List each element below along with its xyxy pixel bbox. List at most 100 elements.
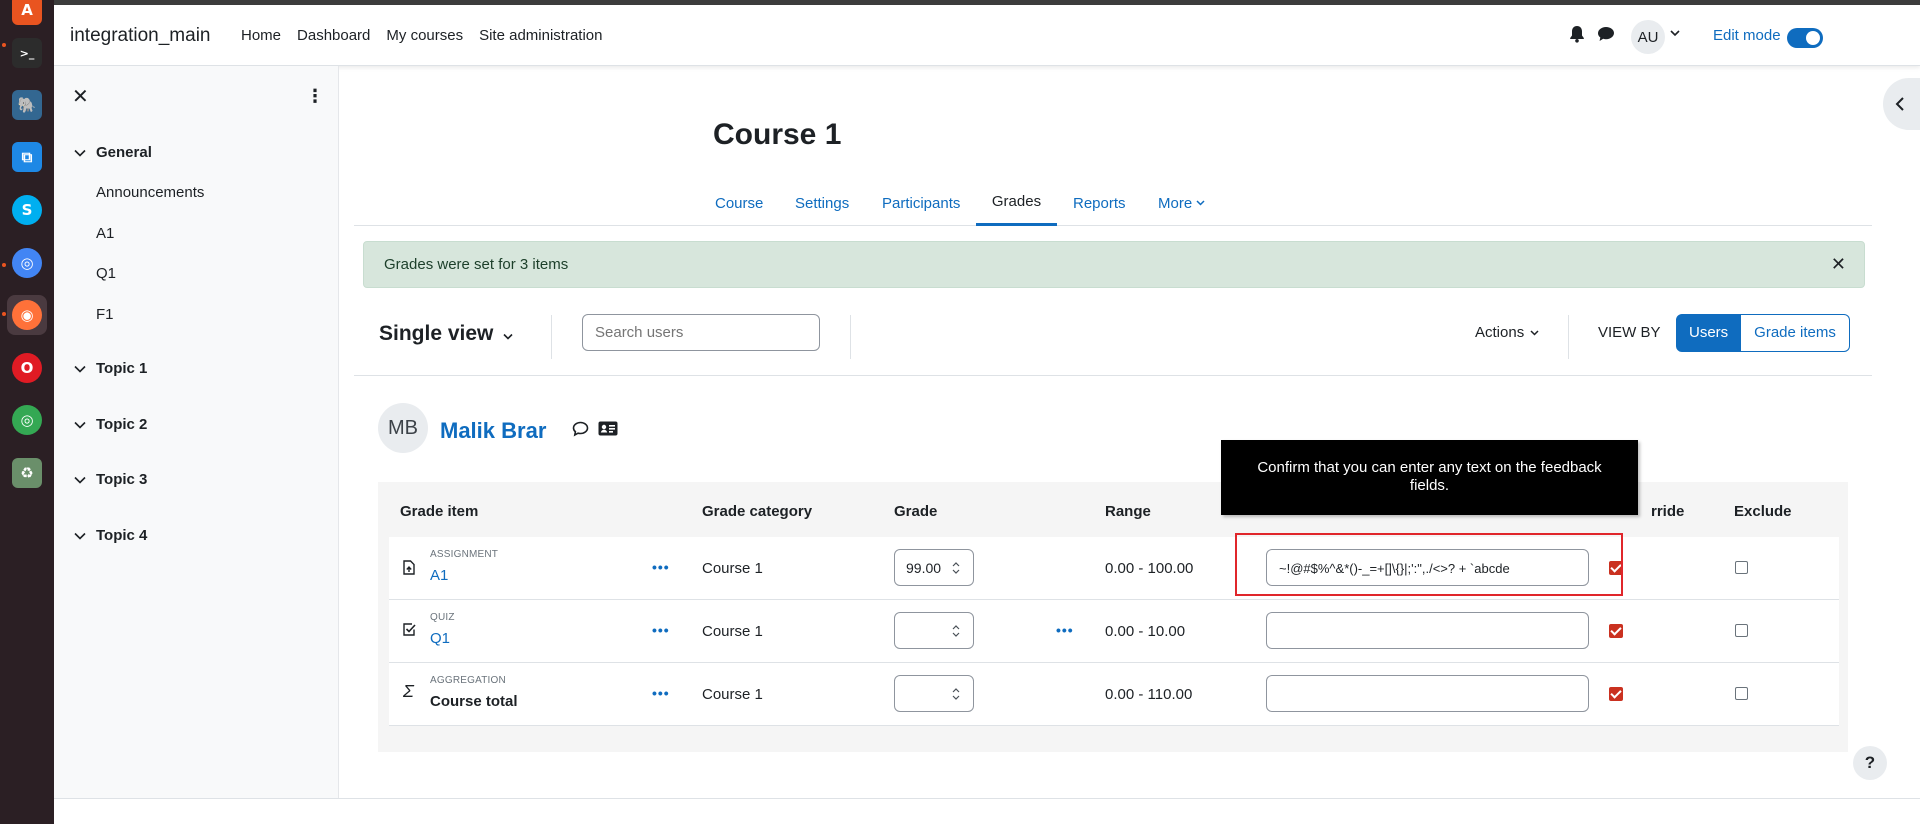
- grade-category: Course 1: [702, 560, 763, 577]
- pgadmin-elephant-icon[interactable]: 🐘: [7, 85, 47, 125]
- chat-bubbles-icon[interactable]: [1597, 26, 1615, 42]
- user-avatar[interactable]: AU: [1631, 20, 1665, 54]
- test-step-tooltip: Confirm that you can enter any text on t…: [1221, 440, 1638, 515]
- opera-icon[interactable]: O: [7, 348, 47, 388]
- tab-reports[interactable]: Reports: [1072, 180, 1127, 226]
- toolbar-divider: [850, 315, 851, 359]
- stepper-arrows-icon[interactable]: [951, 623, 961, 639]
- actions-dropdown[interactable]: Actions: [1475, 324, 1539, 341]
- course-section-topic-4[interactable]: Topic 4: [74, 527, 147, 544]
- exclude-checkbox[interactable]: [1735, 624, 1748, 637]
- course-section-general[interactable]: General: [74, 144, 152, 161]
- page-title: Course 1: [713, 118, 842, 151]
- chevron-down-icon[interactable]: [1670, 29, 1680, 37]
- chevron-down-icon: [1196, 200, 1205, 206]
- section-title: Topic 3: [96, 471, 148, 488]
- table-row: QUIZ Q1 ••• Course 1 ••• 0.00 - 10.00: [389, 600, 1839, 663]
- tab-settings[interactable]: Settings: [794, 180, 850, 226]
- tab-more[interactable]: More: [1157, 180, 1206, 226]
- stepper-arrows-icon[interactable]: [951, 560, 961, 576]
- section-title: General: [96, 144, 152, 161]
- message-icon[interactable]: [572, 421, 589, 437]
- nav-link-my-courses[interactable]: My courses: [386, 27, 463, 44]
- site-brand[interactable]: integration_main: [70, 25, 210, 47]
- terminal-icon[interactable]: >_: [7, 33, 47, 73]
- view-by-grade-items-button[interactable]: Grade items: [1741, 314, 1850, 352]
- bottom-footer-strip: [54, 798, 1920, 824]
- search-users-input[interactable]: [582, 314, 820, 351]
- override-checkbox[interactable]: [1609, 687, 1623, 701]
- firefox-icon[interactable]: ◉: [7, 295, 47, 335]
- stepper-arrows-icon[interactable]: [951, 686, 961, 702]
- report-selector-label: Single view: [379, 322, 494, 345]
- block-drawer-toggle[interactable]: [1883, 78, 1920, 130]
- item-actions-menu-icon[interactable]: •••: [652, 685, 670, 701]
- chevron-down-icon[interactable]: [74, 149, 86, 157]
- activity-link-f1[interactable]: F1: [96, 306, 114, 323]
- student-name-link[interactable]: Malik Brar: [440, 418, 546, 444]
- report-selector[interactable]: Single view: [379, 322, 513, 346]
- trash-icon[interactable]: ♻: [7, 453, 47, 493]
- chevron-left-icon[interactable]: [1895, 97, 1905, 111]
- override-checkbox[interactable]: [1609, 624, 1623, 638]
- grade-input[interactable]: [894, 612, 974, 649]
- grade-report-toolbar: Single view Actions VIEW BY Users Grade …: [354, 310, 1872, 376]
- ubuntu-software-icon[interactable]: A: [7, 0, 47, 30]
- item-actions-menu-icon[interactable]: •••: [652, 622, 670, 638]
- grade-item-name-link[interactable]: Q1: [430, 630, 450, 647]
- activity-link-announcements[interactable]: Announcements: [96, 184, 204, 201]
- sigma-icon: Σ: [403, 681, 414, 701]
- tab-participants[interactable]: Participants: [881, 180, 961, 226]
- tab-more-label: More: [1158, 194, 1193, 212]
- grade-range: 0.00 - 10.00: [1105, 623, 1186, 640]
- tab-course[interactable]: Course: [714, 180, 764, 226]
- grade-item-name-link[interactable]: A1: [430, 567, 448, 584]
- section-title: Topic 2: [96, 416, 148, 433]
- feedback-input[interactable]: [1266, 675, 1589, 712]
- section-title: Topic 1: [96, 360, 148, 377]
- grade-category: Course 1: [702, 686, 763, 703]
- feedback-input[interactable]: [1266, 612, 1589, 649]
- chevron-down-icon[interactable]: [74, 532, 86, 540]
- exclude-checkbox[interactable]: [1735, 687, 1748, 700]
- tab-grades[interactable]: Grades: [976, 180, 1057, 226]
- chromium-icon[interactable]: ◎: [7, 243, 47, 283]
- view-by-users-button[interactable]: Users: [1676, 314, 1742, 352]
- grade-input[interactable]: [894, 675, 974, 712]
- nav-link-site-administration[interactable]: Site administration: [479, 27, 602, 44]
- course-section-topic-1[interactable]: Topic 1: [74, 360, 147, 377]
- student-avatar: MB: [378, 403, 428, 453]
- nav-link-home[interactable]: Home: [241, 27, 281, 44]
- close-icon[interactable]: ✕: [1831, 254, 1846, 275]
- chevron-down-icon[interactable]: [74, 421, 86, 429]
- grade-range: 0.00 - 100.00: [1105, 560, 1194, 577]
- bell-icon[interactable]: [1569, 25, 1585, 43]
- alert-message: Grades were set for 3 items: [384, 256, 569, 273]
- activity-link-q1[interactable]: Q1: [96, 265, 116, 282]
- table-row: Σ AGGREGATION Course total ••• Course 1 …: [389, 663, 1839, 726]
- help-button[interactable]: ?: [1853, 746, 1887, 780]
- exclude-checkbox[interactable]: [1735, 561, 1748, 574]
- activity-link-a1[interactable]: A1: [96, 225, 114, 242]
- course-section-topic-3[interactable]: Topic 3: [74, 471, 147, 488]
- chevron-down-icon[interactable]: [74, 365, 86, 373]
- chevron-down-icon[interactable]: [74, 476, 86, 484]
- navbar-user-area: AU Edit mode: [1520, 5, 1920, 66]
- top-navbar: integration_main Home Dashboard My cours…: [54, 5, 1920, 66]
- nav-link-dashboard[interactable]: Dashboard: [297, 27, 370, 44]
- grade-actions-menu-icon[interactable]: •••: [1056, 622, 1074, 638]
- course-section-topic-2[interactable]: Topic 2: [74, 416, 147, 433]
- grade-item-type: ASSIGNMENT: [430, 549, 499, 560]
- item-actions-menu-icon[interactable]: •••: [652, 559, 670, 575]
- grade-input[interactable]: 99.00: [894, 549, 974, 586]
- close-icon[interactable]: ✕: [72, 84, 89, 109]
- chrome-icon[interactable]: ◎: [7, 400, 47, 440]
- skype-icon[interactable]: S: [7, 190, 47, 230]
- view-by-label: VIEW BY: [1598, 324, 1661, 341]
- edit-mode-toggle[interactable]: [1787, 28, 1823, 48]
- user-profile-card-icon[interactable]: [598, 421, 618, 436]
- actions-label: Actions: [1475, 324, 1525, 341]
- kebab-menu-icon[interactable]: ⋮: [306, 86, 324, 107]
- vscode-icon[interactable]: ⧉: [7, 137, 47, 177]
- grade-item-type: AGGREGATION: [430, 675, 506, 686]
